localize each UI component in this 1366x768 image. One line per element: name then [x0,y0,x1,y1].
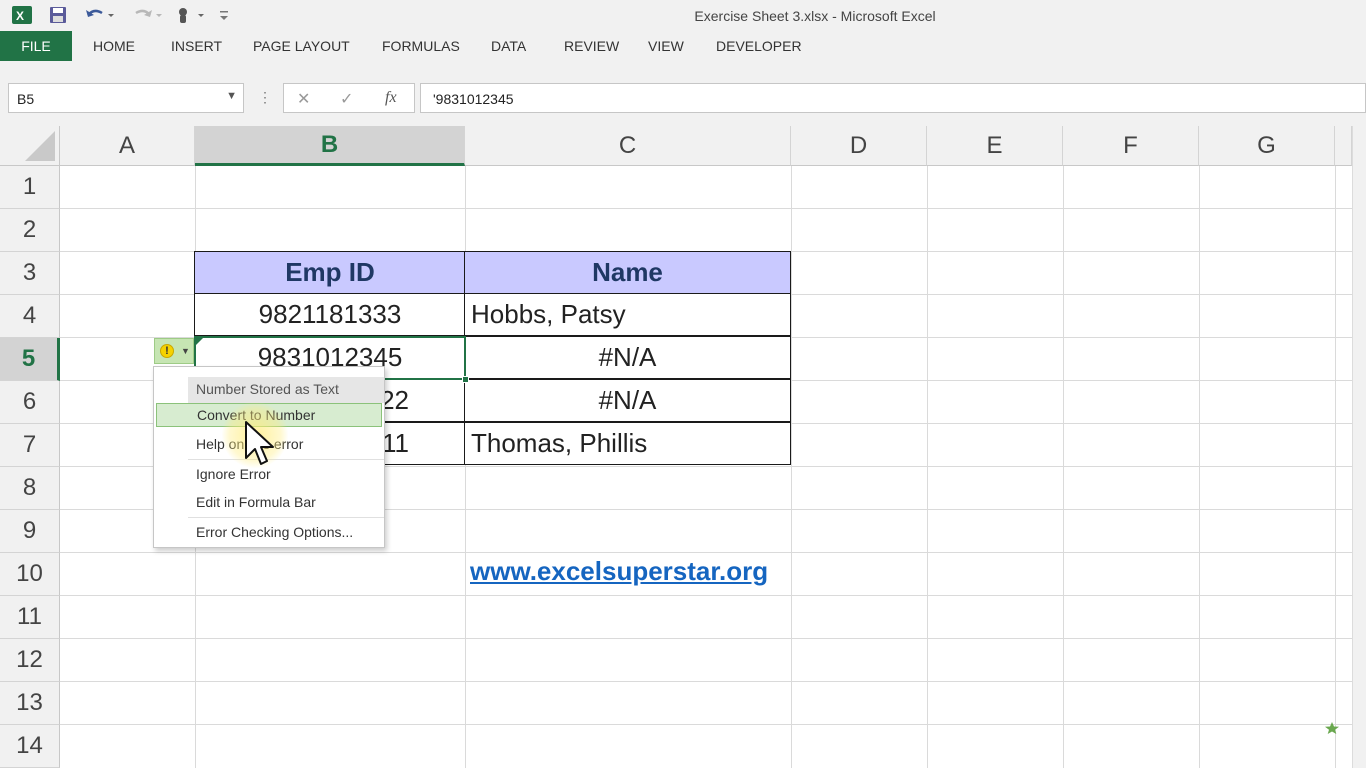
row-header-4[interactable]: 4 [0,295,60,338]
tab-file[interactable]: FILE [0,31,72,61]
cancel-button[interactable]: ✕ [297,89,310,109]
row-header-5[interactable]: 5 [0,338,60,381]
cell-c5[interactable]: #N/A [464,336,791,379]
tab-data[interactable]: DATA [491,38,526,54]
name-box[interactable]: B5 ▼ [8,83,244,113]
website-link[interactable]: www.excelsuperstar.org [470,556,768,587]
tab-page-layout[interactable]: PAGE LAYOUT [253,38,350,54]
column-header-a[interactable]: A [60,126,195,166]
tab-view[interactable]: VIEW [648,38,684,54]
menu-item-edit-in-formula-bar[interactable]: Edit in Formula Bar [196,494,316,510]
column-header-b[interactable]: B [195,126,465,166]
formula-bar-resize-handle[interactable]: ⋮ [258,89,272,106]
column-header-c[interactable]: C [465,126,791,166]
cell-b4[interactable]: 9821181333 [194,293,466,336]
warning-icon: ! [160,344,174,358]
vertical-scrollbar[interactable] [1352,126,1366,768]
cell-c4[interactable]: Hobbs, Patsy [464,293,791,336]
chevron-down-icon: ▼ [181,346,190,356]
cell-b7-value: 11 [382,428,409,458]
menu-separator [188,517,384,518]
menu-separator [188,459,384,460]
row-header-9[interactable]: 9 [0,510,60,553]
row-header-7[interactable]: 7 [0,424,60,467]
row-header-1[interactable]: 1 [0,166,60,209]
formula-bar-buttons: ✕ ✓ fx [283,83,415,113]
row-header-8[interactable]: 8 [0,467,60,510]
tab-home[interactable]: HOME [93,38,135,54]
fill-handle[interactable] [462,376,469,383]
ribbon-tabs: FILE HOME INSERT PAGE LAYOUT FORMULAS DA… [0,31,1366,61]
column-header-f[interactable]: F [1063,126,1199,166]
row-header-11[interactable]: 11 [0,596,60,639]
table-header-emp-id[interactable]: Emp ID [194,251,466,294]
tab-developer[interactable]: DEVELOPER [716,38,802,54]
column-header-g[interactable]: G [1199,126,1335,166]
row-header-6[interactable]: 6 [0,381,60,424]
formula-input[interactable]: '9831012345 [420,83,1366,113]
row-header-2[interactable]: 2 [0,209,60,252]
column-header-h-partial[interactable] [1335,126,1352,166]
row-header-3[interactable]: 3 [0,252,60,295]
row-header-10[interactable]: 10 [0,553,60,596]
insert-function-button[interactable]: fx [385,89,397,107]
row-header-14[interactable]: 14 [0,725,60,768]
error-indicator-button[interactable]: ! ▼ [154,338,194,364]
window-title: Exercise Sheet 3.xlsx - Microsoft Excel [694,8,936,24]
tab-insert[interactable]: INSERT [171,38,222,54]
table-header-name[interactable]: Name [464,251,791,294]
row-header-13[interactable]: 13 [0,682,60,725]
mouse-pointer-icon [244,420,276,475]
row-header-12[interactable]: 12 [0,639,60,682]
formula-bar-area: B5 ▼ ⋮ ✕ ✓ fx '9831012345 [0,61,1366,126]
title-bar: X Exercise Sheet 3.xlsx - Microsoft Exce… [0,0,1366,31]
tab-review[interactable]: REVIEW [564,38,619,54]
name-box-value: B5 [17,91,35,107]
chevron-down-icon[interactable]: ▼ [226,90,237,102]
cell-c7[interactable]: Thomas, Phillis [464,422,791,465]
cell-c6[interactable]: #N/A [464,379,791,422]
enter-button[interactable]: ✓ [340,89,353,109]
column-header-e[interactable]: E [927,126,1063,166]
menu-item-error-checking-options[interactable]: Error Checking Options... [196,524,353,540]
tab-formulas[interactable]: FORMULAS [382,38,460,54]
menu-header-number-stored-as-text: Number Stored as Text [188,377,384,403]
column-header-d[interactable]: D [791,126,927,166]
excel-superstar-logo [1318,722,1346,750]
select-all-button[interactable] [0,126,60,166]
